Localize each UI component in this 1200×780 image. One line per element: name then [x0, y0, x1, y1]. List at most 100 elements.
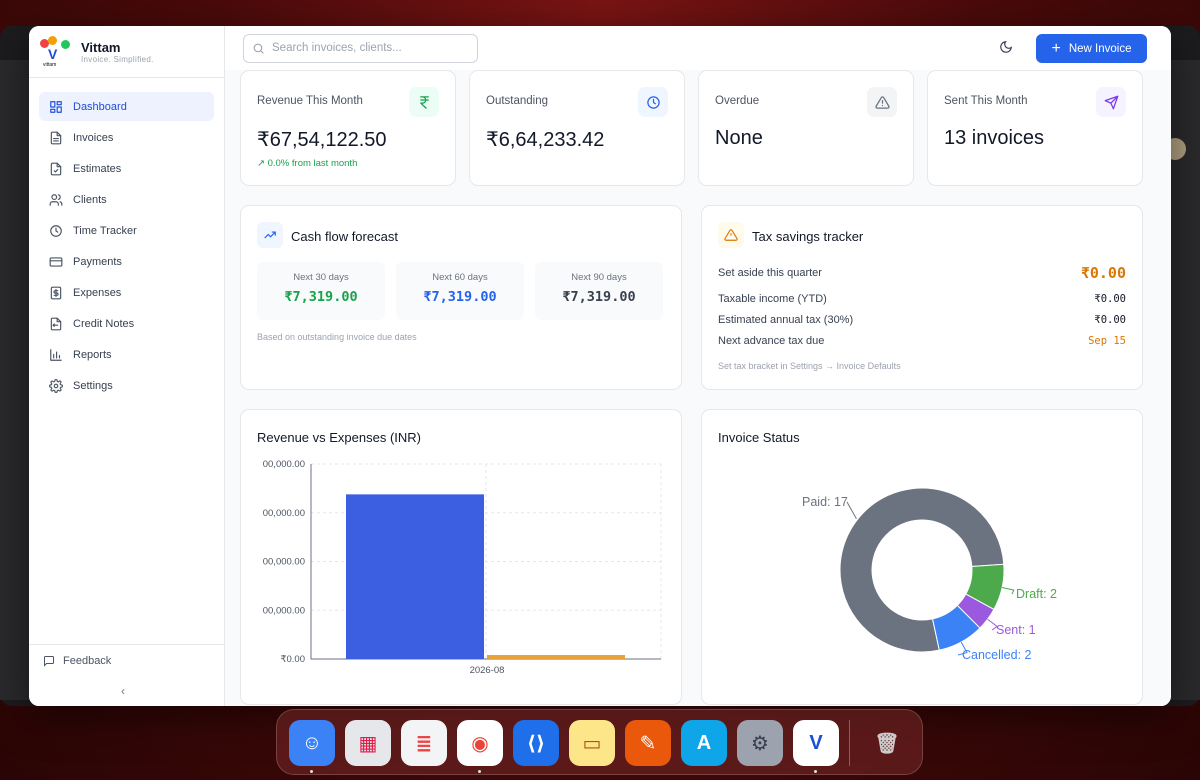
feedback-button[interactable]: Feedback: [29, 644, 224, 670]
collapse-sidebar-button[interactable]: ‹: [121, 684, 125, 698]
clock-icon: [638, 87, 668, 117]
sidebar-item-clients[interactable]: Clients: [39, 185, 214, 214]
forecast-box: Next 60 days ₹7,319.00: [396, 262, 524, 320]
stat-value: None: [715, 127, 763, 149]
bar-series-1[interactable]: [487, 655, 625, 659]
sidebar-item-label: Payments: [73, 255, 122, 268]
tax-row-value: ₹0.00: [1094, 314, 1126, 326]
stat-card-outstanding[interactable]: Outstanding ₹6,64,233.42: [469, 70, 685, 186]
donut-label-cancelled: Cancelled: 2: [962, 648, 1032, 662]
pages-icon[interactable]: ✎: [625, 720, 671, 766]
forecast-label: Next 60 days: [432, 272, 488, 283]
stat-delta: ↗ 0.0% from last month: [257, 158, 358, 169]
stat-card-sent-this-month[interactable]: Sent This Month 13 invoices: [927, 70, 1143, 186]
vscode-icon[interactable]: ⟨⟩: [513, 720, 559, 766]
sidebar-item-payments[interactable]: Payments: [39, 247, 214, 276]
clock-icon: [49, 224, 63, 238]
sidebar-item-dashboard[interactable]: Dashboard: [39, 92, 214, 121]
x-tick-label: 2026-08: [470, 665, 505, 676]
sidebar-item-label: Settings: [73, 379, 113, 392]
file-check-icon: [49, 162, 63, 176]
y-tick-label: 00,000.00: [263, 605, 305, 616]
tax-row: Taxable income (YTD) ₹0.00: [718, 293, 1126, 305]
sidebar-item-label: Time Tracker: [73, 224, 137, 237]
app-store-icon[interactable]: A: [681, 720, 727, 766]
file-icon: [49, 131, 63, 145]
background-app-sidebar: [0, 60, 30, 700]
tax-card: Tax savings tracker Set aside this quart…: [701, 205, 1143, 390]
stat-card-overdue[interactable]: Overdue None: [698, 70, 914, 186]
tax-row-label: Taxable income (YTD): [718, 293, 827, 305]
system-settings-icon[interactable]: ⚙: [737, 720, 783, 766]
sidebar-item-estimates[interactable]: Estimates: [39, 154, 214, 183]
sidebar-item-label: Clients: [73, 193, 107, 206]
dark-mode-toggle-icon[interactable]: [999, 40, 1013, 54]
sidebar-item-invoices[interactable]: Invoices: [39, 123, 214, 152]
credit-note-icon: [49, 317, 63, 331]
rupee-icon: [409, 87, 439, 117]
topbar: Search invoices, clients... + New Invoic…: [225, 26, 1171, 70]
sidebar-item-label: Dashboard: [73, 100, 127, 113]
donut-leader-line: [1001, 587, 1015, 595]
status-chart-title: Invoice Status: [718, 430, 800, 445]
sidebar-item-credit-notes[interactable]: Credit Notes: [39, 309, 214, 338]
warning-icon: [867, 87, 897, 117]
new-invoice-button[interactable]: + New Invoice: [1036, 34, 1147, 63]
forecast-value: ₹7,319.00: [423, 289, 497, 305]
stat-value: 13 invoices: [944, 127, 1045, 149]
sidebar: V vittam Vittam Invoice. Simplified. Das…: [29, 26, 225, 706]
stat-label: Outstanding: [486, 95, 549, 107]
stat-card-revenue-this-month[interactable]: Revenue This Month ₹67,54,122.50 ↗ 0.0% …: [240, 70, 456, 186]
reminders-icon[interactable]: ≣: [401, 720, 447, 766]
plus-icon: +: [1051, 39, 1061, 57]
send-icon: [1096, 87, 1126, 117]
credit-card-icon: [49, 255, 63, 269]
brand[interactable]: V vittam Vittam Invoice. Simplified.: [29, 26, 224, 78]
status-chart-card: Invoice Status Paid: 17 Draft: 2 Sent: 1 Ca…: [701, 409, 1143, 705]
sidebar-item-label: Estimates: [73, 162, 122, 175]
sidebar-nav: Dashboard Invoices Estimates Clients Time Tr…: [29, 78, 224, 416]
tax-row: Set aside this quarter ₹0.00: [718, 264, 1126, 282]
forecast-value: ₹7,319.00: [562, 289, 636, 305]
tax-row-value: Sep 15: [1088, 335, 1126, 347]
message-icon: [44, 655, 54, 667]
sidebar-item-reports[interactable]: Reports: [39, 340, 214, 369]
forecast-label: Next 30 days: [293, 272, 349, 283]
trending-up-icon: [257, 222, 283, 248]
search-icon: [253, 43, 264, 54]
trash-icon[interactable]: 🗑: [864, 720, 910, 766]
revenue-bar-chart: ₹0.00 00,000.00 00,000.00 00,000.00 00,000.0…: [263, 459, 662, 676]
invoice-status-donut: Paid: 17 Draft: 2 Sent: 1 Cancelled: 2: [802, 487, 1057, 662]
sidebar-item-time-tracker[interactable]: Time Tracker: [39, 216, 214, 245]
sidebar-item-expenses[interactable]: Expenses: [39, 278, 214, 307]
tax-note: Set tax bracket in Settings → Invoice De…: [718, 361, 901, 371]
receipt-icon: [49, 286, 63, 300]
donut-label-draft: Draft: 2: [1016, 587, 1057, 601]
finder-icon[interactable]: ☺: [289, 720, 335, 766]
revenue-chart-title: Revenue vs Expenses (INR): [257, 430, 422, 445]
stat-value: ₹6,64,233.42: [486, 129, 605, 151]
app-logo: V vittam: [39, 34, 75, 70]
tax-row-value: ₹0.00: [1094, 293, 1126, 305]
dock-running-indicator: [814, 770, 817, 773]
sidebar-item-settings[interactable]: Settings: [39, 371, 214, 400]
donut-label-sent: Sent: 1: [996, 623, 1036, 637]
search-input[interactable]: Search invoices, clients...: [243, 33, 478, 63]
tax-row-label: Next advance tax due: [718, 335, 825, 347]
feedback-label: Feedback: [63, 654, 112, 667]
tax-row: Estimated annual tax (30%) ₹0.00: [718, 314, 1126, 326]
sidebar-item-label: Reports: [73, 348, 112, 361]
launchpad-icon[interactable]: ▦: [345, 720, 391, 766]
app-tagline: Invoice. Simplified.: [81, 54, 154, 64]
dock-separator: [849, 720, 850, 766]
notes-icon[interactable]: ▭: [569, 720, 615, 766]
cashflow-note: Based on outstanding invoice due dates: [257, 332, 417, 342]
gear-icon: [49, 378, 63, 393]
vittam-icon[interactable]: V: [793, 720, 839, 766]
chrome-icon[interactable]: ◉: [457, 720, 503, 766]
y-tick-label: 00,000.00: [263, 508, 305, 519]
dock-running-indicator: [310, 770, 313, 773]
cashflow-title: Cash flow forecast: [291, 229, 398, 244]
bar-series-0[interactable]: [346, 494, 484, 659]
y-tick-label: 00,000.00: [263, 459, 305, 470]
